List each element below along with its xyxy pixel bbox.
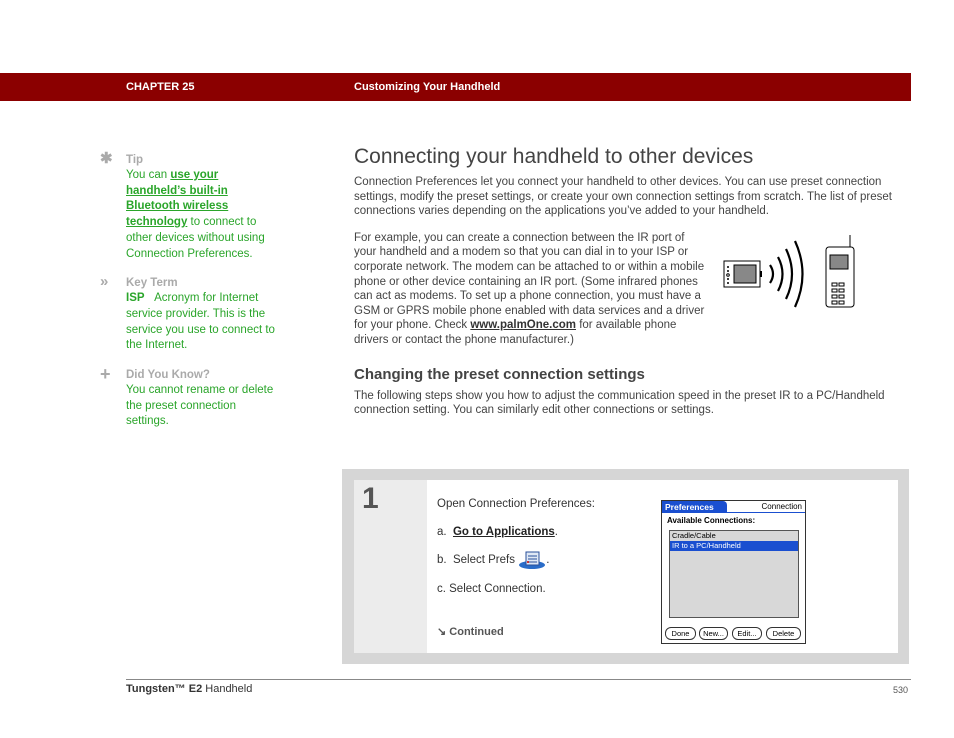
arrow-down-right-icon: ↘ xyxy=(437,626,447,638)
step-b-text: b. Select Prefs xyxy=(437,554,519,567)
intro-paragraph: Connection Preferences let you connect y… xyxy=(354,176,892,218)
step-b-suffix: . xyxy=(546,554,550,567)
product-suffix: Handheld xyxy=(202,683,253,695)
palm-connection-screen: Preferences Connection Available Connect… xyxy=(661,500,806,644)
tip-block: ✱ Tip You can use your handheld’s built-… xyxy=(100,150,280,262)
prefs-icon xyxy=(519,551,546,569)
example-section: For example, you can create a connection… xyxy=(354,231,914,348)
palmone-link[interactable]: www.palmOne.com xyxy=(470,319,576,331)
key-term-body: ISP Acronym for Internet service provide… xyxy=(126,291,280,354)
chapter-header-bar: CHAPTER 25 Customizing Your Handheld xyxy=(0,73,911,101)
go-to-applications-link[interactable]: Go to Applications xyxy=(453,526,555,538)
continued-label: ↘ Continued xyxy=(437,625,504,638)
ir-waves-icon xyxy=(769,240,804,308)
product-name: Tungsten™ E2 xyxy=(126,683,203,695)
step-a-suffix: . xyxy=(554,526,558,538)
sidebar: ✱ Tip You can use your handheld’s built-… xyxy=(100,150,280,444)
step-a-label: a. xyxy=(437,526,453,538)
page-number: 530 xyxy=(893,685,909,695)
chapter-title: Customizing Your Handheld xyxy=(354,81,501,93)
connection-title[interactable]: Connection xyxy=(762,502,802,511)
step-1-box: 1 Open Connection Preferences: a. Go to … xyxy=(342,469,909,664)
step-number: 1 xyxy=(362,482,379,515)
step-content: Open Connection Preferences: a. Go to Ap… xyxy=(427,480,898,653)
did-you-know-body: You cannot rename or delete the preset c… xyxy=(126,384,274,428)
plus-icon: + xyxy=(100,364,111,385)
tip-heading: Tip xyxy=(126,154,144,166)
key-term-word: ISP xyxy=(126,292,145,305)
chapter-number: CHAPTER 25 xyxy=(126,81,195,93)
key-term-heading: Key Term xyxy=(126,277,178,290)
list-item-cradle-cable[interactable]: Cradle/Cable xyxy=(670,531,798,541)
delete-button[interactable]: Delete xyxy=(766,627,801,640)
tip-prefix: You can xyxy=(126,169,171,181)
tip-body: You can use your handheld’s built-in Blu… xyxy=(126,168,280,262)
example-paragraph: For example, you can create a connection… xyxy=(354,231,710,348)
double-chevron-icon: » xyxy=(100,273,109,291)
step-a: a. Go to Applications. xyxy=(437,526,558,538)
tab-underline xyxy=(662,512,805,513)
footer-product: Tungsten™ E2 Handheld xyxy=(126,683,252,695)
example-text: For example, you can create a connection… xyxy=(354,231,705,332)
step-c: c. Select Connection. xyxy=(437,583,546,595)
section-heading: Changing the preset connection settings xyxy=(354,365,645,383)
mobile-phone-icon xyxy=(825,234,855,308)
connections-list[interactable]: Cradle/Cable IR to a PC/Handheld xyxy=(669,530,799,618)
edit-button[interactable]: Edit... xyxy=(732,627,762,640)
key-term-block: » Key Term ISP Acronym for Internet serv… xyxy=(100,273,280,354)
done-button[interactable]: Done xyxy=(665,627,696,640)
section-intro: The following steps show you how to adju… xyxy=(354,389,885,417)
footer-divider xyxy=(126,679,911,680)
handheld-icon xyxy=(723,260,762,288)
list-item-ir-to-pc[interactable]: IR to a PC/Handheld xyxy=(670,541,798,551)
step-intro: Open Connection Preferences: xyxy=(437,498,595,510)
page-title: Connecting your handheld to other device… xyxy=(354,145,754,168)
main-content: Connecting your handheld to other device… xyxy=(354,143,914,418)
continued-text: Continued xyxy=(449,626,504,638)
available-connections-label: Available Connections: xyxy=(667,516,756,525)
did-you-know-heading: Did You Know? xyxy=(126,369,210,382)
handheld-ir-to-phone-illustration xyxy=(723,234,855,308)
key-term-definition: Acronym for Internet service provider. T… xyxy=(126,292,275,352)
did-you-know-block: + Did You Know? You cannot rename or del… xyxy=(100,364,280,430)
new-button[interactable]: New... xyxy=(699,627,728,640)
step-number-column: 1 xyxy=(354,480,427,653)
asterisk-icon: ✱ xyxy=(100,150,113,167)
step-b: b. Select Prefs . xyxy=(437,550,549,570)
